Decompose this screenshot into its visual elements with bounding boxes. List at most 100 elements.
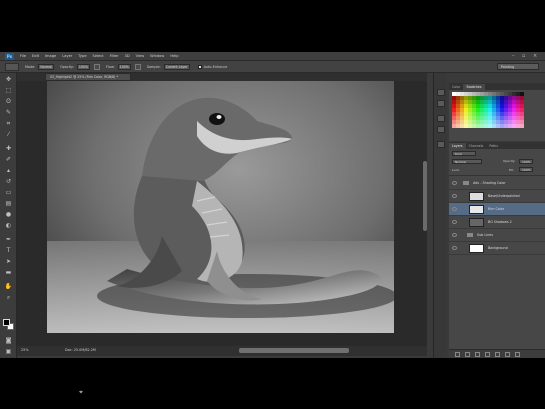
blend-mode-select[interactable]: Normal <box>452 159 482 164</box>
background-layer-row[interactable]: Background <box>449 242 545 255</box>
tool-preset-picker[interactable] <box>5 62 19 71</box>
layer-opacity-label: Opacity: <box>503 159 516 163</box>
close-icon[interactable]: × <box>533 53 537 59</box>
pressure-opacity-icon[interactable] <box>94 63 100 70</box>
layers-footer <box>449 349 545 358</box>
layer-thumbnail <box>469 205 484 214</box>
eye-icon[interactable] <box>452 220 457 224</box>
background-layer-name: Background <box>488 246 508 250</box>
link-layers-icon[interactable] <box>455 352 460 357</box>
character-panel-icon[interactable] <box>437 141 445 148</box>
history-panel-icon[interactable] <box>437 89 445 96</box>
screen-mode-icon[interactable]: ▣ <box>4 348 13 355</box>
eyedropper-icon[interactable]: ⁄ <box>4 131 13 138</box>
blur-icon[interactable]: ● <box>4 211 13 218</box>
lasso-icon[interactable]: ʘ <box>4 98 13 105</box>
gradient-icon[interactable]: ▤ <box>4 200 13 207</box>
doc-size-info[interactable]: Doc: 25.0M/82.2M <box>65 348 96 352</box>
tab-color[interactable]: Color <box>449 84 463 90</box>
brush-panel-icon[interactable] <box>437 115 445 122</box>
maximize-icon[interactable]: ▫ <box>522 53 525 59</box>
eraser-icon[interactable]: ▭ <box>4 189 13 196</box>
layer-subgroup-row[interactable]: Sub Lines <box>449 229 545 242</box>
dodge-icon[interactable]: ◐ <box>4 222 13 229</box>
eye-icon[interactable] <box>452 194 457 198</box>
delete-layer-icon[interactable] <box>515 352 520 357</box>
menu-window[interactable]: Window <box>150 54 164 58</box>
marquee-icon[interactable]: ⬚ <box>4 87 13 94</box>
horizontal-scroll-thumb[interactable] <box>239 348 349 353</box>
brush-icon[interactable]: ✐ <box>4 156 13 163</box>
swatch-cell[interactable] <box>520 124 524 128</box>
menu-view[interactable]: View <box>136 54 145 58</box>
sample-select[interactable]: Current Layer <box>163 63 190 70</box>
folder-icon <box>467 233 473 237</box>
auto-enhance-checkbox[interactable] <box>197 64 202 69</box>
menu-type[interactable]: Type <box>78 54 86 58</box>
document-tab[interactable]: 03_Highlight2 @ 25% (Rim Color, RGB/8) * <box>45 73 131 81</box>
eye-icon[interactable] <box>452 233 457 237</box>
canvas-area[interactable]: ⌖ <box>17 81 427 396</box>
airbrush-icon[interactable] <box>134 63 141 70</box>
folder-icon <box>463 181 469 185</box>
vertical-scrollbar[interactable] <box>423 81 427 333</box>
layer-style-icon[interactable] <box>465 352 470 357</box>
quick-select-icon[interactable]: ✎ <box>4 109 13 116</box>
layer-row[interactable]: BG Shadows 2 <box>449 216 545 229</box>
move-icon[interactable]: ✥ <box>4 76 13 83</box>
opacity-label: Opacity: <box>59 64 74 69</box>
eye-icon[interactable] <box>452 181 457 185</box>
lock-label: Lock: <box>452 168 460 172</box>
subgroup-name: Sub Lines <box>477 233 493 237</box>
add-mask-icon[interactable] <box>475 352 480 357</box>
vertical-scroll-thumb[interactable] <box>423 161 427 231</box>
clone-source-icon[interactable] <box>437 126 445 133</box>
foreground-color-swatch[interactable] <box>3 319 10 326</box>
crop-icon[interactable]: ⌗ <box>4 120 13 127</box>
minimize-icon[interactable]: – <box>512 53 515 59</box>
canvas-artwork[interactable] <box>47 81 394 333</box>
menu-file[interactable]: File <box>20 54 26 58</box>
type-icon[interactable]: T <box>4 247 13 254</box>
zoom-icon[interactable]: ⌕ <box>4 294 13 301</box>
menu-image[interactable]: Image <box>45 54 56 58</box>
workspace-select[interactable]: Painting <box>497 63 539 70</box>
menu-layer[interactable]: Layer <box>62 54 72 58</box>
opacity-field[interactable]: 100% <box>76 63 90 70</box>
adjustment-layer-icon[interactable] <box>485 352 490 357</box>
pen-icon[interactable]: ✒ <box>4 236 13 243</box>
properties-panel-icon[interactable] <box>437 100 445 107</box>
menu-edit[interactable]: Edit <box>32 54 39 58</box>
quick-mask-icon[interactable]: ◙ <box>4 337 13 344</box>
shape-icon[interactable]: ▬ <box>4 269 13 276</box>
menu-filter[interactable]: Filter <box>110 54 119 58</box>
eye-icon[interactable] <box>452 246 457 250</box>
clone-stamp-icon[interactable]: ▴ <box>4 167 13 174</box>
history-brush-icon[interactable]: ↺ <box>4 178 13 185</box>
menu-bar: Ps File Edit Image Layer Type Select Fil… <box>0 52 545 61</box>
eye-icon[interactable] <box>452 207 457 211</box>
layers-tabs: Layers Channels Paths <box>449 142 545 149</box>
flow-field[interactable]: 100% <box>117 63 131 70</box>
menu-3d[interactable]: 3D <box>125 54 130 58</box>
layer-fill-field[interactable]: 100% <box>519 167 533 172</box>
zoom-level[interactable]: 25% <box>21 348 29 352</box>
sample-label: Sample: <box>146 64 161 69</box>
menu-help[interactable]: Help <box>170 54 178 58</box>
mode-select[interactable]: Normal <box>38 63 54 70</box>
layer-row-selected[interactable]: Rim Color <box>449 203 545 216</box>
filter-kind-select[interactable]: Kind <box>452 151 476 156</box>
swatch-grid[interactable] <box>452 92 524 128</box>
new-layer-icon[interactable] <box>505 352 510 357</box>
layer-row[interactable]: Base/Underpainted <box>449 190 545 203</box>
layer-opacity-field[interactable]: 100% <box>519 159 533 164</box>
menu-select[interactable]: Select <box>93 54 104 58</box>
layer-group-row[interactable]: Adv - Shading Color <box>449 177 545 190</box>
healing-icon[interactable]: ✚ <box>4 145 13 152</box>
hand-icon[interactable]: ✋ <box>4 283 13 290</box>
tab-swatches[interactable]: Swatches <box>463 84 485 90</box>
document-tab-bar: 03_Highlight2 @ 25% (Rim Color, RGB/8) * <box>17 73 427 81</box>
photoshop-window: Ps File Edit Image Layer Type Select Fil… <box>0 52 545 396</box>
new-group-icon[interactable] <box>495 352 500 357</box>
path-select-icon[interactable]: ➤ <box>4 258 13 265</box>
